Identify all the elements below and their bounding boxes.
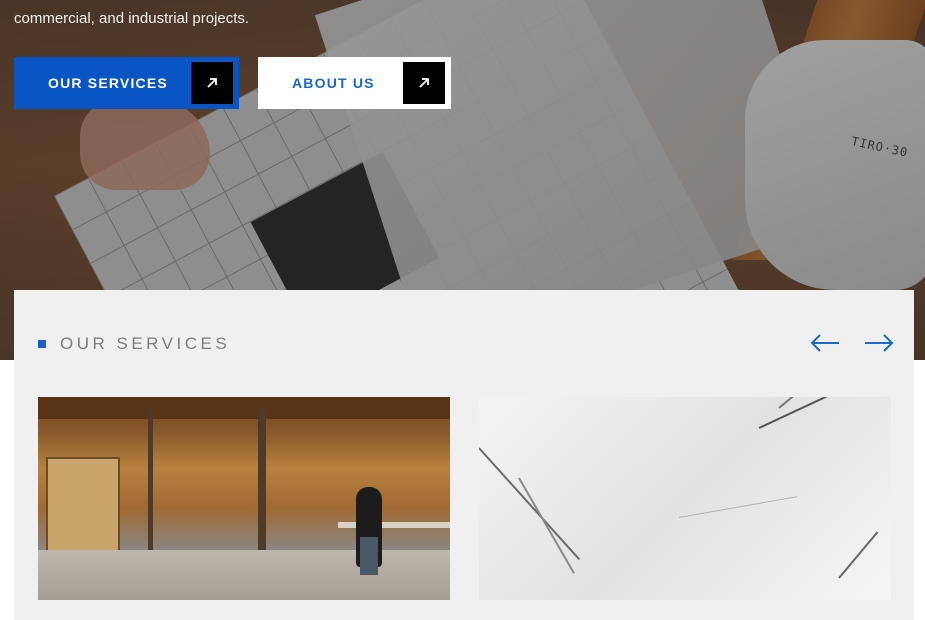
image-workbench <box>338 522 450 528</box>
arrow-up-right-icon <box>403 62 445 104</box>
service-card-image-marble[interactable] <box>479 397 891 600</box>
arrow-up-right-icon <box>191 62 233 104</box>
carousel-next-button[interactable] <box>863 332 895 354</box>
our-services-button-label: OUR SERVICES <box>48 75 168 91</box>
section-marker-square <box>38 340 46 348</box>
marble-vein <box>838 531 879 579</box>
arrow-left-icon <box>810 334 839 352</box>
services-title: OUR SERVICES <box>60 334 231 353</box>
services-header: OUR SERVICES <box>38 334 230 354</box>
about-us-button[interactable]: ABOUT US <box>258 57 451 109</box>
marble-vein <box>678 496 798 518</box>
services-section: OUR SERVICES <box>14 290 914 620</box>
our-services-button[interactable]: OUR SERVICES <box>14 57 239 109</box>
marble-vein <box>479 447 581 561</box>
arrow-right-icon <box>865 334 894 352</box>
marble-vein <box>758 397 841 429</box>
service-card-image-framing[interactable] <box>38 397 450 600</box>
hero-description: commercial, and industrial projects. <box>14 10 250 27</box>
image-worker-legs <box>360 537 378 575</box>
about-us-button-label: ABOUT US <box>292 75 375 91</box>
carousel-prev-button[interactable] <box>809 332 841 354</box>
image-beam <box>38 397 450 419</box>
image-floor <box>38 550 450 600</box>
marble-vein <box>518 477 575 574</box>
